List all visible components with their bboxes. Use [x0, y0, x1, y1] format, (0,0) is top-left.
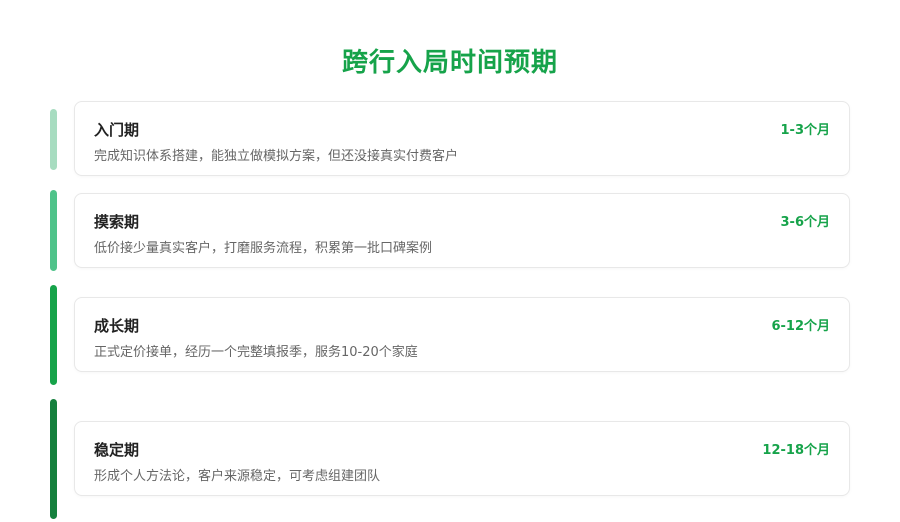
- stage-card-entry: 入门期 1-3个月 完成知识体系搭建，能独立做模拟方案，但还没接真实付费客户: [74, 101, 850, 176]
- stage-indicator-bar: [50, 109, 57, 170]
- stage-description: 正式定价接单，经历一个完整填报季，服务10-20个家庭: [94, 345, 418, 360]
- stage-name: 摸索期: [94, 213, 140, 231]
- stage-duration: 3-6个月: [780, 215, 831, 230]
- stage-name: 入门期: [94, 121, 140, 139]
- stage-name: 成长期: [94, 317, 140, 335]
- stage-indicator-bar: [50, 285, 57, 385]
- stage-indicator-bar: [50, 399, 57, 519]
- stage-indicator-bar: [50, 190, 57, 271]
- stage-card-stable: 稳定期 12-18个月 形成个人方法论，客户来源稳定，可考虑组建团队: [74, 421, 850, 496]
- stage-card-growth: 成长期 6-12个月 正式定价接单，经历一个完整填报季，服务10-20个家庭: [74, 297, 850, 372]
- stage-description: 低价接少量真实客户，打磨服务流程，积累第一批口碑案例: [94, 241, 433, 256]
- stage-description: 完成知识体系搭建，能独立做模拟方案，但还没接真实付费客户: [94, 149, 459, 164]
- stage-duration: 1-3个月: [780, 123, 831, 138]
- stage-description: 形成个人方法论，客户来源稳定，可考虑组建团队: [94, 469, 381, 484]
- page-title: 跨行入局时间预期: [341, 48, 558, 78]
- stage-duration: 12-18个月: [762, 443, 830, 458]
- stage-name: 稳定期: [94, 441, 140, 459]
- stage-duration: 6-12个月: [771, 319, 830, 334]
- stage-card-exploration: 摸索期 3-6个月 低价接少量真实客户，打磨服务流程，积累第一批口碑案例: [74, 193, 850, 268]
